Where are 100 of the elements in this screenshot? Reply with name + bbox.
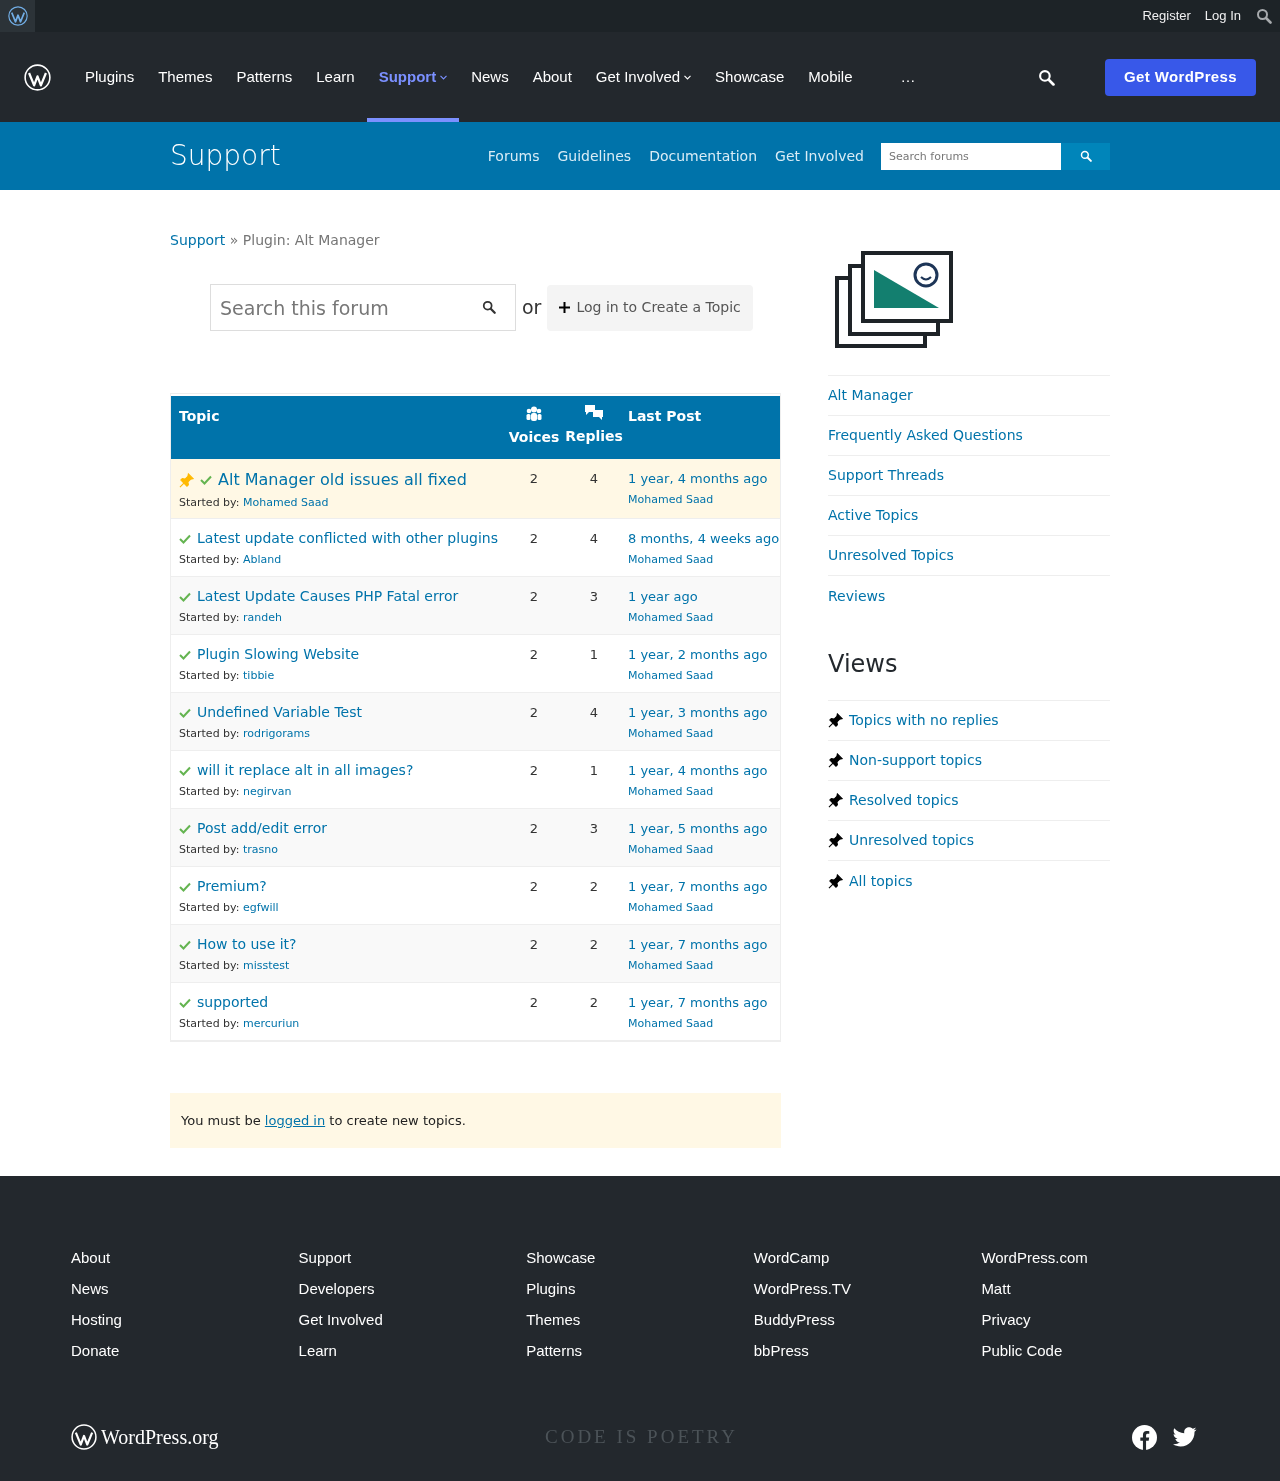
support-nav-link[interactable]: Get Involved <box>766 145 873 167</box>
last-author-link[interactable]: Mohamed Saad <box>628 491 714 508</box>
pin-icon <box>828 793 843 808</box>
last-author-link[interactable]: Mohamed Saad <box>628 609 714 626</box>
sidebar-link[interactable]: Alt Manager <box>828 385 913 406</box>
freshness-link[interactable]: 1 year, 5 months ago <box>628 819 768 839</box>
author-link[interactable]: mercuriun <box>243 1017 300 1030</box>
footer-link[interactable]: bbPress <box>753 1341 982 1360</box>
last-author-link[interactable]: Mohamed Saad <box>628 667 714 684</box>
author-link[interactable]: Abland <box>243 553 282 566</box>
author-link[interactable]: misstest <box>243 959 290 972</box>
search-button[interactable] <box>1061 142 1110 170</box>
footer-link[interactable]: Hosting <box>71 1310 299 1329</box>
last-author-link[interactable]: Mohamed Saad <box>628 957 714 974</box>
author-link[interactable]: negirvan <box>243 785 292 798</box>
topic-link[interactable]: Post add/edit error <box>197 818 328 839</box>
nav-link[interactable]: Get Involved <box>583 32 704 122</box>
view-link[interactable]: Unresolved topics <box>849 830 974 851</box>
view-link[interactable]: Non-support topics <box>849 750 982 771</box>
freshness-link[interactable]: 1 year, 4 months ago <box>628 761 768 781</box>
footer-link[interactable]: Learn <box>298 1341 527 1360</box>
nav-link[interactable]: Patterns <box>224 32 305 122</box>
freshness-link[interactable]: 1 year, 2 months ago <box>628 645 768 665</box>
topic-link[interactable]: How to use it? <box>197 934 297 955</box>
create-topic-button[interactable]: Log in to Create a Topic <box>547 284 753 331</box>
footer-link[interactable]: WordCamp <box>753 1248 982 1267</box>
sidebar-link[interactable]: Support Threads <box>828 465 945 486</box>
topic-link[interactable]: Undefined Variable Test <box>197 702 362 723</box>
topic-link[interactable]: Plugin Slowing Website <box>197 644 359 665</box>
nav-link[interactable]: Learn <box>304 32 367 122</box>
nav-link[interactable]: Showcase <box>703 32 797 122</box>
freshness-link[interactable]: 1 year ago <box>628 587 698 607</box>
footer-link[interactable]: News <box>71 1279 299 1298</box>
admin-logo-button[interactable] <box>0 0 35 32</box>
freshness-link[interactable]: 1 year, 4 months ago <box>628 469 768 489</box>
search-forums-field[interactable]: Search forums <box>881 142 1061 170</box>
last-author-link[interactable]: Mohamed Saad <box>628 1015 714 1032</box>
footer-link[interactable]: Public Code <box>981 1341 1209 1360</box>
topic-link[interactable]: will it replace alt in all images? <box>197 760 414 781</box>
last-author-link[interactable]: Mohamed Saad <box>628 783 714 800</box>
footer-link[interactable]: Patterns <box>526 1341 754 1360</box>
get-wordpress-button[interactable]: Get WordPress <box>1105 58 1256 96</box>
view-link[interactable]: All topics <box>849 870 913 892</box>
footer-link[interactable]: WordPress.TV <box>753 1279 982 1298</box>
footer-link[interactable]: Themes <box>526 1310 754 1329</box>
footer-link[interactable]: Showcase <box>526 1248 754 1267</box>
footer-link[interactable]: Donate <box>71 1341 299 1360</box>
support-nav-link[interactable]: Guidelines <box>548 145 641 167</box>
freshness-link[interactable]: 1 year, 3 months ago <box>628 703 768 723</box>
author-link[interactable]: randeh <box>243 611 282 624</box>
admin-bar-link[interactable]: Register <box>1135 6 1198 26</box>
voices-count: 2 <box>528 646 540 664</box>
view-link[interactable]: Resolved topics <box>849 790 959 811</box>
freshness-link[interactable]: 1 year, 7 months ago <box>628 877 768 897</box>
author-link[interactable]: tibbie <box>243 669 275 682</box>
nav-link[interactable]: Plugins <box>73 32 147 122</box>
facebook-icon[interactable] <box>1132 1424 1157 1450</box>
twitter-icon[interactable] <box>1173 1427 1197 1447</box>
author-link[interactable]: Mohamed Saad <box>243 496 329 509</box>
nav-link[interactable]: … <box>888 32 928 122</box>
topic-link[interactable]: supported <box>197 992 269 1013</box>
freshness-link[interactable]: 1 year, 7 months ago <box>628 935 768 955</box>
nav-link[interactable]: About <box>520 32 584 122</box>
last-author-link[interactable]: Mohamed Saad <box>628 899 714 916</box>
footer-link[interactable]: Get Involved <box>298 1310 527 1329</box>
last-author-link[interactable]: Mohamed Saad <box>628 725 714 742</box>
nav-link[interactable]: Themes <box>146 32 225 122</box>
footer-link[interactable]: Developers <box>298 1279 527 1298</box>
topic-link[interactable]: Premium? <box>197 876 267 897</box>
nav-link[interactable]: News <box>459 32 521 122</box>
view-link[interactable]: Topics with no replies <box>849 710 999 731</box>
footer-link[interactable]: Plugins <box>526 1279 754 1298</box>
support-nav-link[interactable]: Forums <box>478 145 549 167</box>
support-nav-link[interactable]: Documentation <box>640 145 767 167</box>
footer-link[interactable]: WordPress.com <box>981 1248 1209 1267</box>
sidebar-link[interactable]: Reviews <box>828 585 886 607</box>
last-author-link[interactable]: Mohamed Saad <box>628 841 714 858</box>
topic-link[interactable]: Alt Manager old issues all fixed <box>218 468 467 492</box>
last-author-link[interactable]: Mohamed Saad <box>628 551 714 568</box>
author-link[interactable]: rodrigorams <box>243 727 311 740</box>
footer-link[interactable]: Matt <box>981 1279 1209 1298</box>
author-link[interactable]: egfwill <box>243 901 279 914</box>
footer-link[interactable]: About <box>71 1248 299 1267</box>
sidebar-link[interactable]: Frequently Asked Questions <box>828 425 1023 446</box>
freshness-link[interactable]: 8 months, 4 weeks ago <box>628 529 780 549</box>
footer-link[interactable]: Privacy <box>981 1310 1209 1329</box>
nav-link[interactable]: Mobile <box>796 32 865 122</box>
forum-search-field[interactable]: Search this forum <box>210 284 516 331</box>
sidebar-link[interactable]: Unresolved Topics <box>828 545 954 566</box>
sidebar-link[interactable]: Active Topics <box>828 505 919 526</box>
topic-link[interactable]: Latest update conflicted with other plugins <box>197 528 498 549</box>
logged-in-link[interactable]: logged in <box>264 1112 326 1128</box>
replies-count: 2 <box>588 994 600 1012</box>
admin-bar-link[interactable]: Log In <box>1197 6 1248 26</box>
footer-link[interactable]: BuddyPress <box>753 1310 982 1329</box>
freshness-link[interactable]: 1 year, 7 months ago <box>628 993 768 1013</box>
breadcrumb-link[interactable]: Support <box>170 232 226 248</box>
footer-link[interactable]: Support <box>298 1248 527 1267</box>
topic-link[interactable]: Latest Update Causes PHP Fatal error <box>197 586 459 607</box>
author-link[interactable]: trasno <box>243 843 279 856</box>
